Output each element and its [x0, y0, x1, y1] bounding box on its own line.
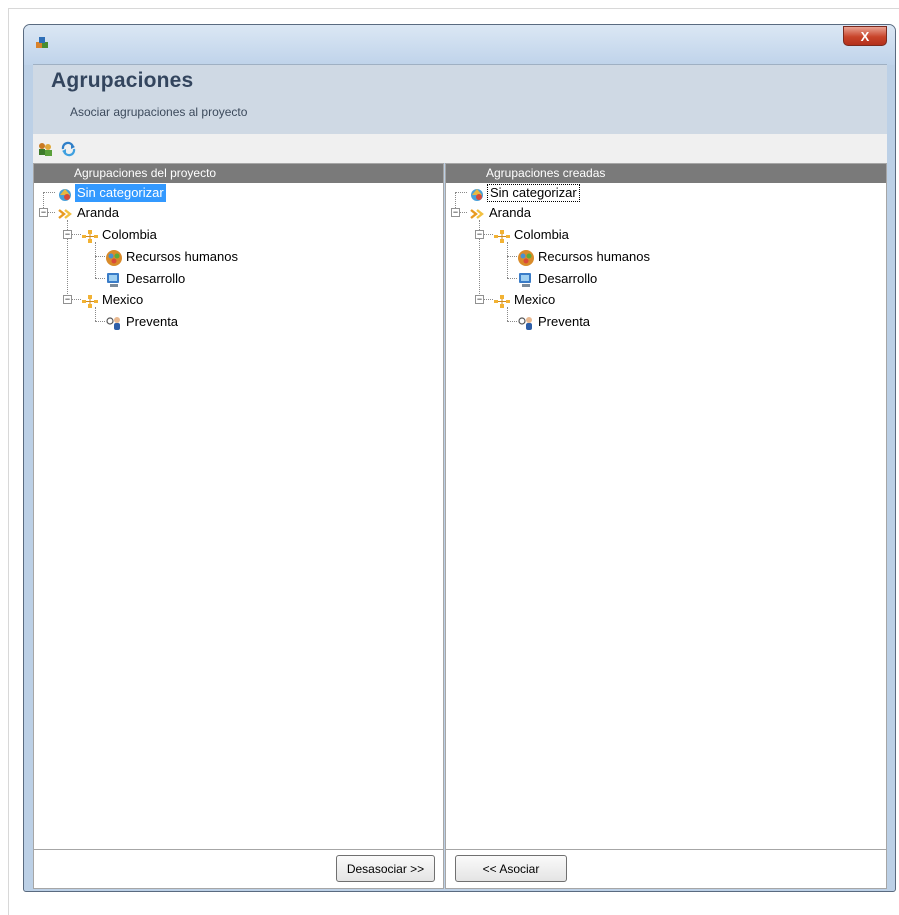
page-subtitle: Asociar agrupaciones al proyecto — [70, 105, 248, 119]
tree-line — [95, 321, 105, 322]
computer-icon — [107, 273, 119, 287]
tree-item-label: Recursos humanos — [538, 249, 650, 264]
sales-person-icon — [106, 317, 120, 330]
tree-item-label: Preventa — [538, 314, 591, 329]
tree-line — [483, 234, 493, 235]
org-node-icon — [494, 295, 510, 308]
tree-item-label: Mexico — [102, 292, 144, 307]
tree-item-label: Preventa — [126, 314, 179, 329]
collapse-toggle[interactable]: − — [39, 208, 48, 217]
people-group-icon — [106, 250, 122, 266]
org-node-icon — [494, 230, 510, 243]
tree-item-label: Aranda — [77, 205, 119, 220]
computer-icon — [519, 273, 531, 287]
tree-line — [483, 299, 493, 300]
uncategorized-icon — [471, 189, 483, 201]
tree-line — [459, 212, 467, 213]
tree-item-label: Sin categorizar — [487, 184, 580, 202]
project-groups-footer: Desasociar >> — [34, 849, 443, 888]
associate-groups-icon[interactable] — [37, 141, 54, 157]
disassociate-button[interactable]: Desasociar >> — [336, 855, 435, 882]
tree-line — [95, 278, 105, 279]
uncategorized-icon — [59, 189, 71, 201]
project-groups-pane: Agrupaciones del proyecto Sin categoriza… — [33, 163, 444, 889]
tree-line — [507, 256, 517, 257]
dialog-window: X Agrupaciones Asociar agrupaciones al p… — [23, 24, 896, 892]
project-groups-header: Agrupaciones del proyecto — [34, 164, 443, 183]
collapse-toggle[interactable]: − — [475, 295, 484, 304]
chevron-double-right-icon — [470, 209, 484, 219]
created-groups-pane: Agrupaciones creadas Sin categorizar − A… — [445, 163, 887, 889]
people-group-icon — [518, 250, 534, 266]
associate-button[interactable]: << Asociar — [455, 855, 567, 882]
collapse-toggle[interactable]: − — [475, 230, 484, 239]
tree-item-label: Colombia — [102, 227, 157, 242]
tree-line — [455, 192, 467, 193]
org-node-icon — [82, 295, 98, 308]
org-node-icon — [82, 230, 98, 243]
tree-line — [507, 321, 517, 322]
collapse-toggle[interactable]: − — [63, 230, 72, 239]
page-title: Agrupaciones — [51, 69, 194, 92]
tree-line — [71, 299, 81, 300]
tree-line — [95, 256, 105, 257]
tree-line — [95, 242, 96, 278]
tree-item-label: Sin categorizar — [75, 184, 166, 202]
tree-line — [43, 192, 55, 193]
collapse-toggle[interactable]: − — [451, 208, 460, 217]
tree-item-label: Colombia — [514, 227, 569, 242]
tree-line — [47, 212, 55, 213]
toolbar — [33, 134, 887, 163]
tree-line — [71, 234, 81, 235]
tree-item-label: Desarrollo — [126, 271, 186, 286]
tree-item-label: Mexico — [514, 292, 556, 307]
title-bar[interactable]: X — [24, 25, 895, 65]
tree-item-label: Desarrollo — [538, 271, 598, 286]
tree-line — [507, 242, 508, 278]
created-groups-header: Agrupaciones creadas — [446, 164, 886, 183]
refresh-icon[interactable] — [60, 141, 77, 157]
app-icon — [36, 37, 48, 48]
header-panel: Agrupaciones Asociar agrupaciones al pro… — [33, 64, 887, 135]
sales-person-icon — [518, 317, 532, 330]
collapse-toggle[interactable]: − — [63, 295, 72, 304]
chevron-double-right-icon — [58, 209, 72, 219]
created-groups-footer: << Asociar — [446, 849, 886, 888]
tree-item-label: Aranda — [489, 205, 531, 220]
close-button[interactable]: X — [843, 26, 887, 46]
tree-item-label: Recursos humanos — [126, 249, 238, 264]
tree-line — [507, 278, 517, 279]
